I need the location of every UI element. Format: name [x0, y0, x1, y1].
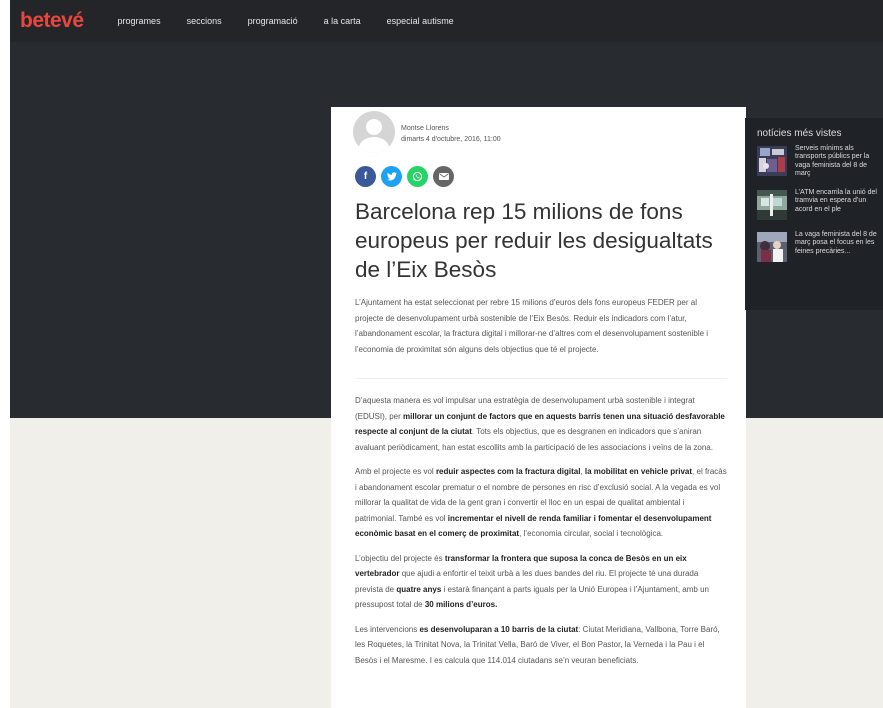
most-read-item[interactable]: Serveis mínims als transports públics pe…: [757, 145, 883, 178]
author-meta: Montse Llorens dimarts 4 d'octubre, 2016…: [401, 123, 501, 145]
most-read-item[interactable]: L’ATM encarrila la unió del tramvia en e…: [757, 189, 883, 221]
nav-especial-autisme[interactable]: especial autisme: [387, 16, 454, 26]
paragraph-text: Amb el projecte es vol: [355, 467, 436, 476]
article-lead: L’Ajuntament ha estat seleccionat per re…: [355, 298, 709, 354]
paragraph-text: Les intervencions: [355, 624, 420, 634]
page-left-edge: [0, 0, 10, 708]
article-paragraph: L’objectiu del projecte és transformar l…: [355, 551, 727, 613]
author-avatar[interactable]: [353, 111, 395, 153]
author-name[interactable]: Montse Llorens: [401, 123, 501, 134]
news-title[interactable]: L’ATM encarrila la unió del tramvia en e…: [795, 189, 883, 214]
news-thumbnail[interactable]: [757, 146, 787, 176]
facebook-icon: f: [363, 171, 368, 182]
nav-seccions[interactable]: seccions: [187, 16, 222, 26]
most-read-title: notícies més vistes: [757, 128, 842, 139]
most-read-sidebar: notícies més vistes Serveis mínims als t…: [745, 118, 883, 310]
nav-programes[interactable]: programes: [118, 16, 161, 26]
bold-text: reduir aspectes com la fractura digital: [435, 467, 581, 476]
facebook-share-button[interactable]: f: [355, 166, 376, 187]
news-thumbnail[interactable]: [757, 190, 787, 221]
article-card: Montse Llorens dimarts 4 d'octubre, 2016…: [331, 107, 746, 708]
news-title[interactable]: La vaga feminista del 8 de març posa el …: [795, 231, 883, 256]
email-share-button[interactable]: [433, 166, 454, 187]
news-title[interactable]: Serveis mínims als transports públics pe…: [795, 145, 883, 178]
bold-text: es desenvoluparan a 10 barris de la ciut…: [419, 624, 579, 634]
paragraph-text: , l’economia circular, social i tecnològ…: [519, 529, 664, 538]
author-row: Montse Llorens dimarts 4 d'octubre, 2016…: [353, 111, 501, 153]
nav-programacio[interactable]: programació: [248, 16, 298, 26]
whatsapp-icon: [412, 171, 423, 182]
top-navigation-bar: betevé programes seccions programació a …: [10, 0, 883, 42]
publish-date: dimarts 4 d'octubre, 2016, 11:00: [401, 136, 501, 143]
article-body: D’aquesta manera es vol impulsar una est…: [355, 393, 727, 677]
article-paragraph: D’aquesta manera es vol impulsar una est…: [355, 393, 727, 455]
nav-a-la-carta[interactable]: a la carta: [324, 16, 361, 26]
twitter-icon: [386, 172, 397, 181]
whatsapp-share-button[interactable]: [407, 166, 428, 187]
article-title: Barcelona rep 15 milions de fons europeu…: [355, 199, 713, 282]
twitter-share-button[interactable]: [381, 166, 402, 187]
lead-divider: [355, 378, 727, 379]
paragraph-text: L’objectiu del projecte és: [355, 553, 445, 563]
betevé-logo[interactable]: betevé: [20, 9, 84, 33]
news-thumbnail[interactable]: [757, 232, 787, 263]
article-paragraph: Les intervencions es desenvoluparan a 10…: [355, 622, 727, 669]
bold-text: la mobilitat en vehicle privat: [584, 467, 693, 476]
share-buttons: f: [355, 166, 454, 187]
bold-text: quatre anys: [396, 584, 442, 594]
article-paragraph: Amb el projecte es vol reduir aspectes c…: [355, 464, 727, 542]
bold-text: 30 milions d’euros.: [424, 600, 498, 609]
email-icon: [438, 173, 449, 180]
most-read-item[interactable]: La vaga feminista del 8 de març posa el …: [757, 231, 883, 263]
